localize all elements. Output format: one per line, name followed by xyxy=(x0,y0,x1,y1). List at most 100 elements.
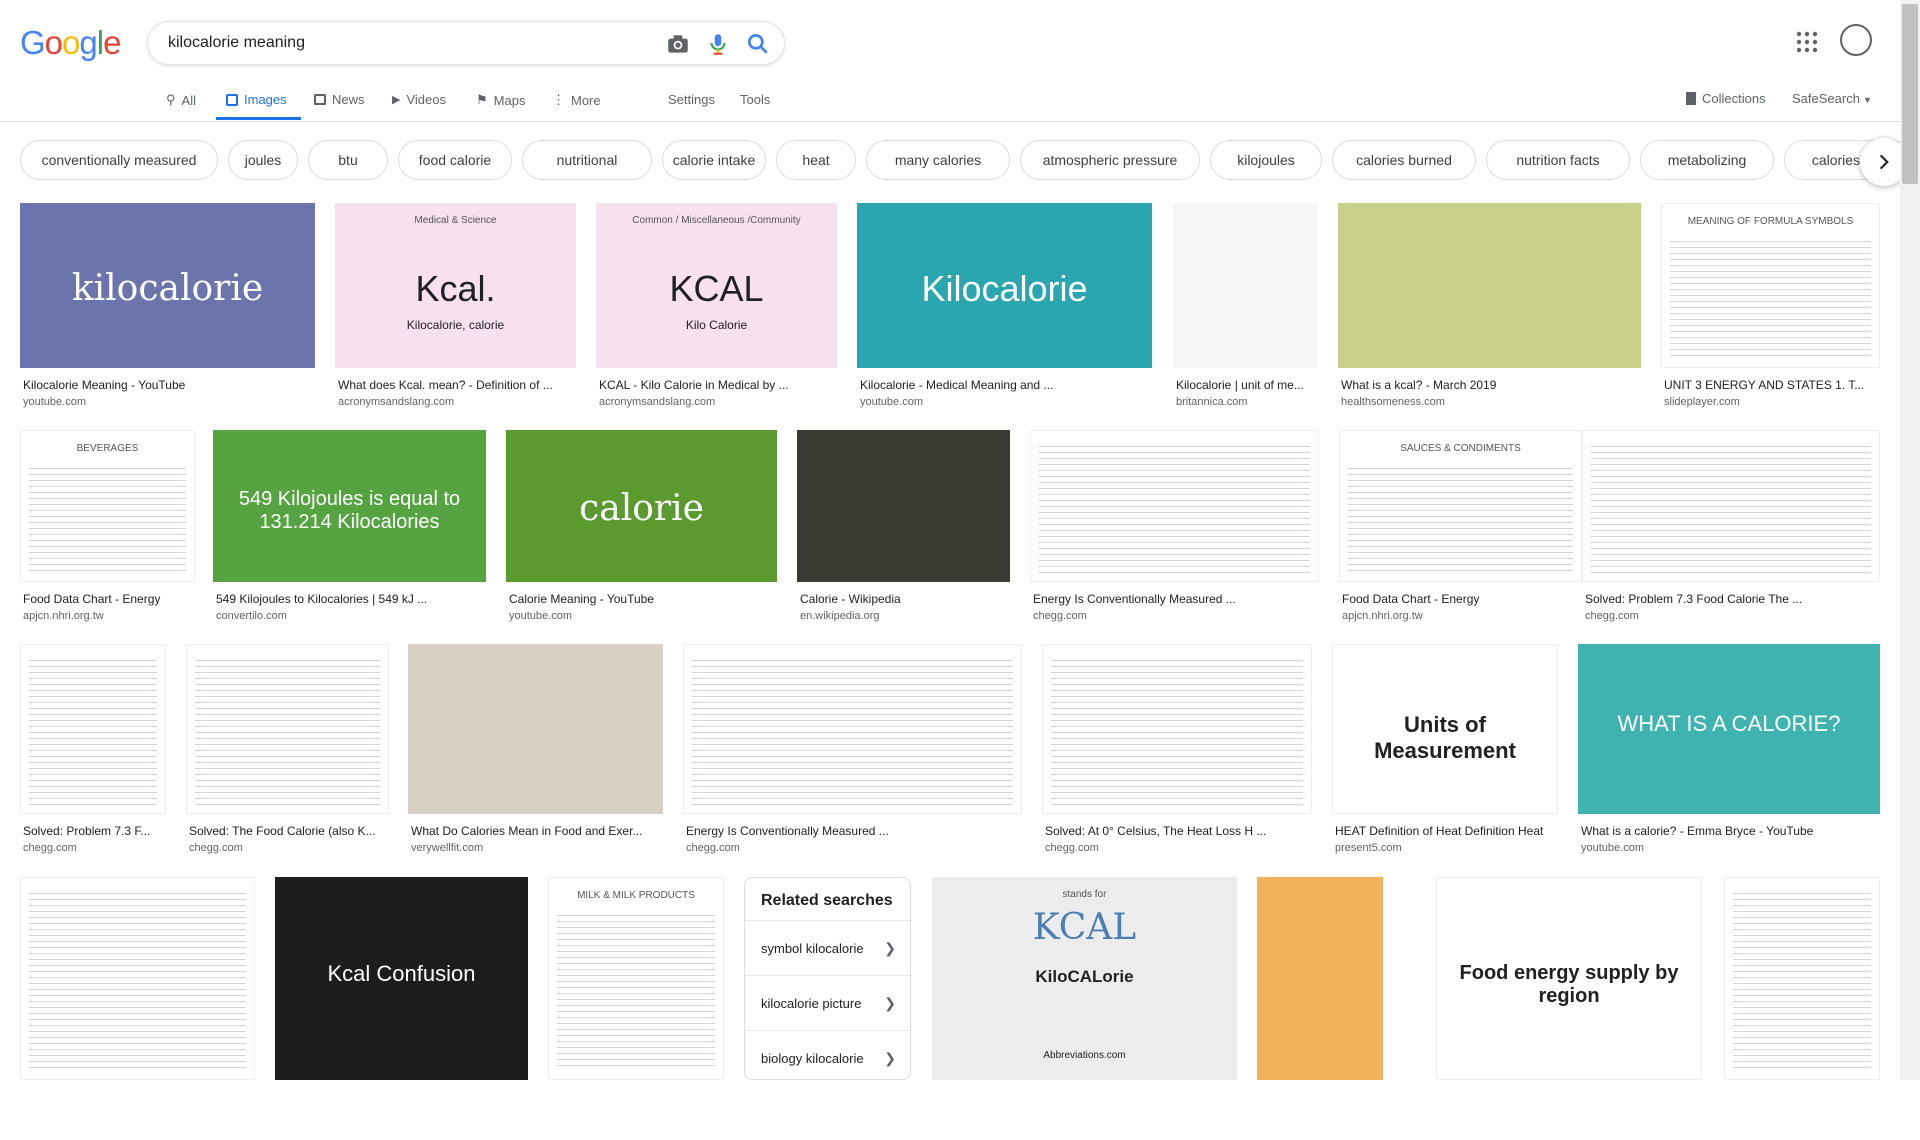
result-source[interactable]: chegg.com xyxy=(1033,610,1087,622)
related-chip[interactable]: metabolizing xyxy=(1640,140,1774,180)
result-title[interactable]: What is a kcal? - March 2019 xyxy=(1341,378,1638,392)
image-result[interactable] xyxy=(20,877,255,1140)
result-thumbnail[interactable] xyxy=(1257,877,1383,1080)
result-thumbnail[interactable]: Common / Miscellaneous /Community KCAL Kil… xyxy=(596,203,837,368)
result-title[interactable]: Kilocalorie | unit of me... xyxy=(1176,378,1315,392)
result-thumbnail[interactable] xyxy=(20,877,255,1080)
result-thumbnail[interactable]: BEVERAGES xyxy=(20,430,195,582)
result-thumbnail[interactable]: kilocalorie xyxy=(20,203,315,368)
image-result[interactable]: stands for KCAL KiloCALorie Abbreviations.c… xyxy=(932,877,1237,1140)
result-source[interactable]: chegg.com xyxy=(1585,610,1639,622)
result-thumbnail[interactable] xyxy=(408,644,663,814)
result-source[interactable]: chegg.com xyxy=(189,842,243,854)
result-title[interactable]: Food Data Chart - Energy xyxy=(1342,592,1579,606)
result-source[interactable]: youtube.com xyxy=(509,610,572,622)
result-source[interactable]: chegg.com xyxy=(686,842,740,854)
related-chip[interactable]: many calories xyxy=(866,140,1010,180)
image-result[interactable]: What is a kcal? - March 2019 healthsomene… xyxy=(1338,203,1641,428)
result-thumbnail[interactable]: 549 Kilojoules is equal to 131.214 Kiloc… xyxy=(213,430,486,582)
related-chip[interactable]: nutrition facts xyxy=(1486,140,1630,180)
settings-link[interactable]: Settings xyxy=(668,92,715,107)
result-title[interactable]: What is a calorie? - Emma Bryce - YouTub… xyxy=(1581,824,1877,838)
result-thumbnail[interactable] xyxy=(1173,203,1318,368)
result-source[interactable]: apjcn.nhri.org.tw xyxy=(1342,610,1423,622)
apps-grid-icon[interactable] xyxy=(1795,30,1819,54)
result-title[interactable]: Solved: The Food Calorie (also K... xyxy=(189,824,386,838)
related-chip[interactable]: atmospheric pressure xyxy=(1020,140,1200,180)
result-thumbnail[interactable] xyxy=(1724,877,1880,1080)
related-chip[interactable]: joules xyxy=(228,140,298,180)
image-result[interactable]: kilocalorie Kilocalorie Meaning - YouTube… xyxy=(20,203,315,428)
result-source[interactable]: chegg.com xyxy=(1045,842,1099,854)
collections-link[interactable]: Collections xyxy=(1686,91,1766,106)
result-thumbnail[interactable] xyxy=(1582,430,1880,582)
result-thumbnail[interactable]: Kilocalorie xyxy=(857,203,1152,368)
related-chip[interactable]: food calorie xyxy=(398,140,512,180)
result-thumbnail[interactable]: Units of Measurement xyxy=(1332,644,1558,814)
image-result[interactable]: Energy Is Conventionally Measured ... che… xyxy=(1030,430,1319,642)
image-result[interactable]: Calorie - Wikipedia en.wikipedia.org xyxy=(797,430,1010,642)
result-thumbnail[interactable] xyxy=(20,644,166,814)
result-thumbnail[interactable] xyxy=(1338,203,1641,368)
result-thumbnail[interactable]: Medical & Science Kcal. Kilocalorie, calor… xyxy=(335,203,576,368)
result-thumbnail[interactable]: Kcal Confusion xyxy=(275,877,528,1080)
image-result[interactable]: Solved: The Food Calorie (also K... chegg… xyxy=(186,644,389,874)
result-source[interactable]: verywellfit.com xyxy=(411,842,483,854)
related-chip[interactable]: calorie intake xyxy=(662,140,766,180)
image-result[interactable]: SAUCES & CONDIMENTS Food Data Chart - Ene… xyxy=(1339,430,1582,642)
tab-more[interactable]: ⋮ More xyxy=(552,92,601,108)
result-source[interactable]: apjcn.nhri.org.tw xyxy=(23,610,104,622)
result-thumbnail[interactable] xyxy=(797,430,1010,582)
scrollbar-thumb[interactable] xyxy=(1902,4,1918,184)
result-thumbnail[interactable]: calorie xyxy=(506,430,777,582)
search-icon[interactable] xyxy=(745,31,771,57)
result-thumbnail[interactable]: MILK & MILK PRODUCTS xyxy=(548,877,724,1080)
result-title[interactable]: Calorie Meaning - YouTube xyxy=(509,592,774,606)
result-title[interactable]: UNIT 3 ENERGY AND STATES 1. T... xyxy=(1664,378,1877,392)
related-chip[interactable]: nutritional xyxy=(522,140,652,180)
result-source[interactable]: youtube.com xyxy=(23,396,86,408)
result-title[interactable]: Solved: Problem 7.3 Food Calorie The ... xyxy=(1585,592,1877,606)
result-thumbnail[interactable] xyxy=(683,644,1022,814)
related-search-item[interactable]: biology kilocalorie ❯ xyxy=(745,1030,910,1085)
result-source[interactable]: healthsomeness.com xyxy=(1341,396,1445,408)
result-title[interactable]: Solved: At 0° Celsius, The Heat Loss H .… xyxy=(1045,824,1309,838)
image-result[interactable]: 549 Kilojoules is equal to 131.214 Kiloc… xyxy=(213,430,486,642)
result-title[interactable]: Solved: Problem 7.3 F... xyxy=(23,824,163,838)
result-thumbnail[interactable] xyxy=(186,644,389,814)
image-result[interactable]: Solved: At 0° Celsius, The Heat Loss H .… xyxy=(1042,644,1312,874)
result-title[interactable]: HEAT Definition of Heat Definition Heat xyxy=(1335,824,1555,838)
image-result[interactable]: Kilocalorie Kilocalorie - Medical Meaning… xyxy=(857,203,1152,428)
result-source[interactable]: en.wikipedia.org xyxy=(800,610,880,622)
result-source[interactable]: britannica.com xyxy=(1176,396,1248,408)
result-title[interactable]: Food Data Chart - Energy xyxy=(23,592,192,606)
tab-videos[interactable]: ▶ Videos xyxy=(392,92,446,107)
camera-icon[interactable] xyxy=(665,31,691,57)
result-source[interactable]: slideplayer.com xyxy=(1664,396,1740,408)
microphone-icon[interactable] xyxy=(705,31,731,57)
image-result[interactable]: BEVERAGES Food Data Chart - Energy apjcn.n… xyxy=(20,430,195,642)
image-result[interactable]: MEANING OF FORMULA SYMBOLS UNIT 3 ENERGY … xyxy=(1661,203,1880,428)
result-title[interactable]: Kilocalorie - Medical Meaning and ... xyxy=(860,378,1149,392)
result-title[interactable]: 549 Kilojoules to Kilocalories | 549 kJ … xyxy=(216,592,483,606)
image-result[interactable] xyxy=(1257,877,1383,1140)
result-title[interactable]: Energy Is Conventionally Measured ... xyxy=(686,824,1019,838)
image-result[interactable]: Food energy supply by region xyxy=(1436,877,1702,1140)
result-thumbnail[interactable]: stands for KCAL KiloCALorie Abbreviations.c… xyxy=(932,877,1237,1080)
related-chip[interactable]: conventionally measured xyxy=(20,140,218,180)
safesearch-menu[interactable]: SafeSearch ▼ xyxy=(1792,91,1872,106)
result-source[interactable]: chegg.com xyxy=(23,842,77,854)
image-result[interactable]: Units of Measurement HEAT Definition of H… xyxy=(1332,644,1558,874)
result-title[interactable]: Energy Is Conventionally Measured ... xyxy=(1033,592,1316,606)
image-result[interactable]: Kcal Confusion xyxy=(275,877,528,1140)
result-thumbnail[interactable]: WHAT IS A CALORIE? xyxy=(1578,644,1880,814)
result-title[interactable]: Kilocalorie Meaning - YouTube xyxy=(23,378,312,392)
result-source[interactable]: acronymsandslang.com xyxy=(338,396,454,408)
result-source[interactable]: convertilo.com xyxy=(216,610,287,622)
result-source[interactable]: youtube.com xyxy=(860,396,923,408)
search-box[interactable]: kilocalorie meaning xyxy=(147,21,785,65)
image-result[interactable]: MILK & MILK PRODUCTS xyxy=(548,877,724,1140)
image-result[interactable]: WHAT IS A CALORIE? What is a calorie? - E… xyxy=(1578,644,1880,874)
tab-all[interactable]: ⚲ All xyxy=(166,92,196,108)
image-result[interactable]: Kilocalorie | unit of me... britannica.co… xyxy=(1173,203,1318,428)
